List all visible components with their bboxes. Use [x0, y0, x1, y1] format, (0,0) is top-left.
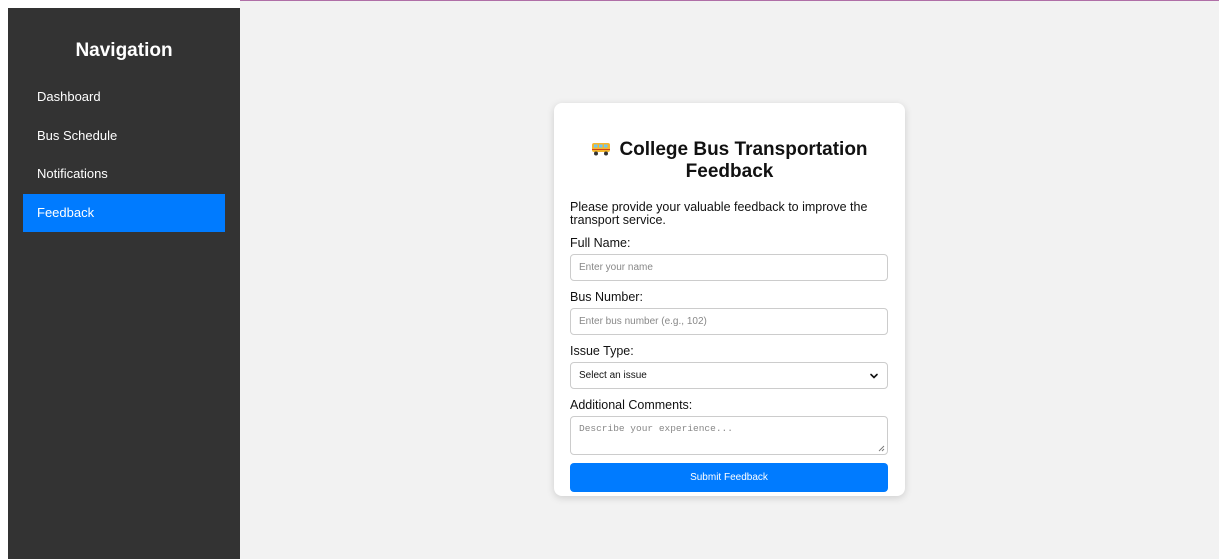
bus-number-input[interactable]: [570, 308, 888, 335]
sidebar: Navigation Dashboard Bus Schedule Notifi…: [8, 8, 240, 559]
full-name-label: Full Name:: [570, 236, 631, 250]
full-name-input[interactable]: [570, 254, 888, 281]
comments-textarea[interactable]: [570, 416, 888, 455]
issue-type-select[interactable]: Select an issue: [570, 362, 888, 389]
sidebar-title: Navigation: [75, 40, 173, 61]
sidebar-item-bus-schedule[interactable]: Bus Schedule: [23, 117, 225, 156]
bus-icon: [591, 140, 611, 156]
sidebar-item-notifications[interactable]: Notifications: [23, 155, 225, 194]
chevron-down-icon: [870, 373, 878, 379]
form-title-line1: College Bus Transportation: [619, 139, 868, 160]
issue-type-selected-value: Select an issue: [579, 370, 647, 381]
resize-handle-icon[interactable]: [878, 445, 885, 452]
form-intro: Please provide your valuable feedback to…: [570, 200, 868, 227]
issue-type-label: Issue Type:: [570, 344, 634, 358]
comments-label: Additional Comments:: [570, 398, 693, 412]
main-content: College Bus Transportation Feedback Plea…: [240, 1, 1219, 559]
submit-feedback-button[interactable]: Submit Feedback: [570, 463, 888, 492]
form-title: College Bus Transportation Feedback: [570, 139, 889, 183]
bus-number-label: Bus Number:: [570, 290, 643, 304]
sidebar-item-feedback[interactable]: Feedback: [23, 193, 225, 232]
sidebar-item-dashboard[interactable]: Dashboard: [23, 78, 225, 117]
comments-wrapper: [570, 416, 888, 455]
form-title-line2: Feedback: [685, 161, 774, 182]
feedback-card: College Bus Transportation Feedback Plea…: [554, 103, 905, 496]
